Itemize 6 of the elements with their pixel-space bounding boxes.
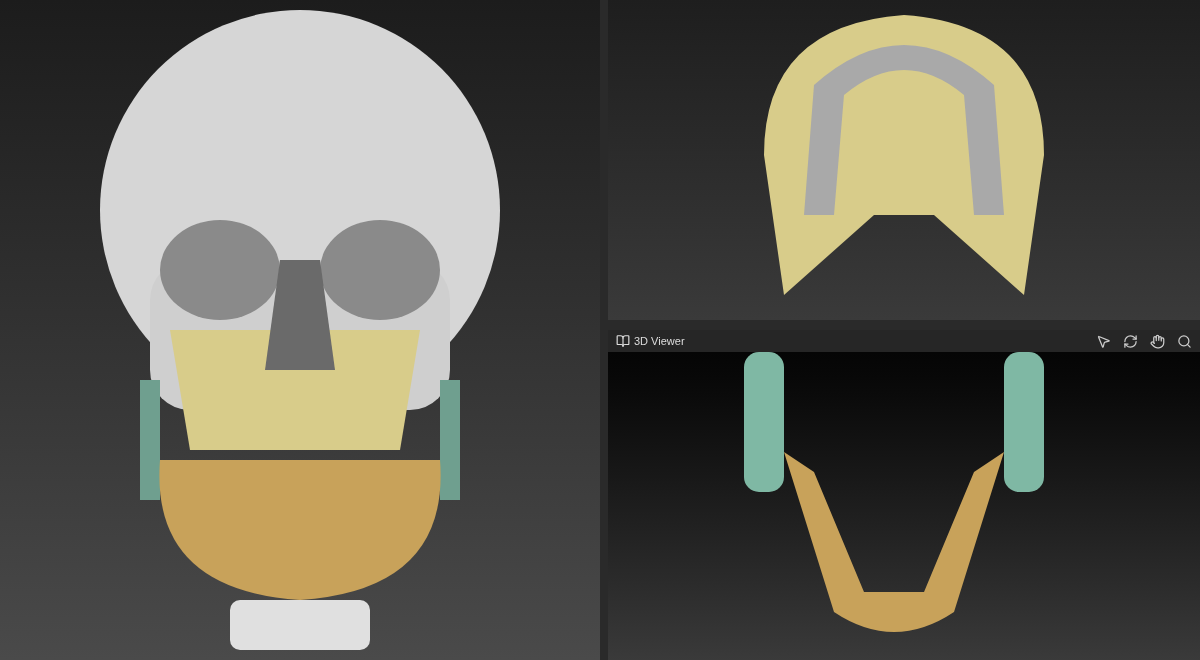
rotate-icon[interactable] (1123, 333, 1138, 349)
search-icon[interactable] (1177, 333, 1192, 349)
hand-icon[interactable] (1150, 333, 1165, 349)
pointer-icon[interactable] (1096, 333, 1111, 349)
book-icon (616, 334, 630, 348)
panel-title: 3D Viewer (634, 333, 685, 349)
